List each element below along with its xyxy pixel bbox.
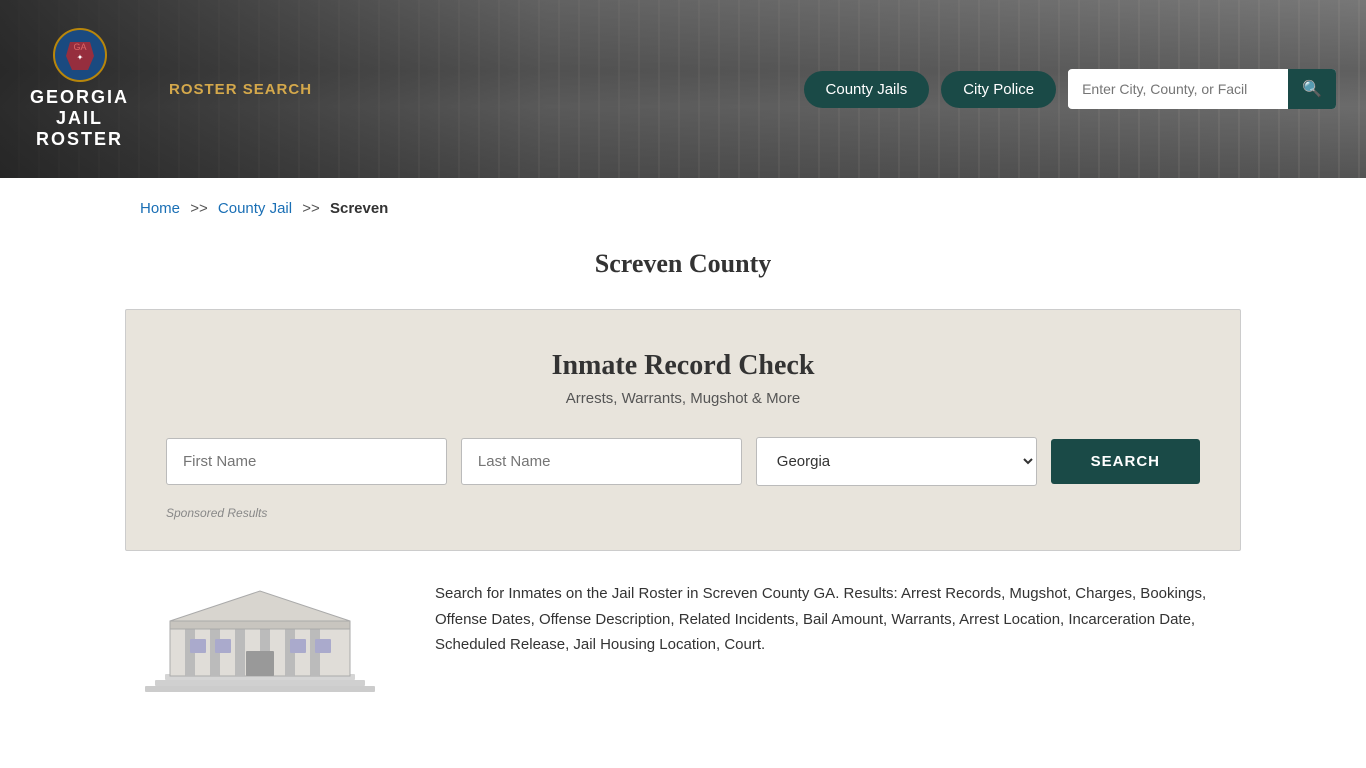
breadcrumb-home-link[interactable]: Home bbox=[140, 200, 180, 217]
courthouse-illustration bbox=[135, 581, 385, 701]
bottom-section: Search for Inmates on the Jail Roster in… bbox=[0, 551, 1366, 731]
county-jails-button[interactable]: County Jails bbox=[804, 71, 930, 108]
sponsored-label: Sponsored Results bbox=[166, 506, 1200, 520]
search-icon: 🔍 bbox=[1302, 81, 1322, 98]
last-name-input[interactable] bbox=[461, 438, 742, 485]
page-title: Screven County bbox=[0, 249, 1366, 279]
header: GA ✦ GEORGIA JAIL ROSTER ROSTER SEARCH C… bbox=[0, 0, 1366, 178]
bottom-description: Search for Inmates on the Jail Roster in… bbox=[435, 581, 1241, 658]
breadcrumb: Home >> County Jail >> Screven bbox=[140, 200, 1226, 217]
breadcrumb-sep-1: >> bbox=[190, 200, 208, 217]
svg-text:✦: ✦ bbox=[76, 53, 83, 62]
page-title-section: Screven County bbox=[0, 239, 1366, 309]
header-search-input[interactable] bbox=[1068, 71, 1288, 107]
header-search-button[interactable]: 🔍 bbox=[1288, 69, 1336, 109]
state-select[interactable]: Georgia Alabama Florida bbox=[756, 437, 1037, 486]
city-police-button[interactable]: City Police bbox=[941, 71, 1056, 108]
logo-text-jail: JAIL bbox=[56, 108, 103, 129]
header-search-bar: 🔍 bbox=[1068, 69, 1336, 109]
first-name-input[interactable] bbox=[166, 438, 447, 485]
logo: GA ✦ GEORGIA JAIL ROSTER bbox=[30, 28, 129, 150]
header-nav-right: County Jails City Police 🔍 bbox=[804, 69, 1336, 109]
record-check-subtitle: Arrests, Warrants, Mugshot & More bbox=[166, 390, 1200, 407]
breadcrumb-county-jail-link[interactable]: County Jail bbox=[218, 200, 292, 217]
breadcrumb-sep-2: >> bbox=[302, 200, 320, 217]
roster-search-link[interactable]: ROSTER SEARCH bbox=[169, 81, 312, 98]
record-search-button[interactable]: SEARCH bbox=[1051, 439, 1200, 484]
georgia-seal-icon: GA ✦ bbox=[50, 28, 110, 83]
courthouse-image bbox=[125, 581, 395, 701]
record-check-title: Inmate Record Check bbox=[166, 350, 1200, 382]
record-search-form: Georgia Alabama Florida SEARCH bbox=[166, 437, 1200, 486]
logo-text-georgia: GEORGIA bbox=[30, 87, 129, 108]
breadcrumb-current: Screven bbox=[330, 200, 388, 217]
breadcrumb-section: Home >> County Jail >> Screven bbox=[0, 178, 1366, 239]
logo-text-roster: ROSTER bbox=[36, 129, 123, 150]
record-check-section: Inmate Record Check Arrests, Warrants, M… bbox=[125, 309, 1241, 551]
